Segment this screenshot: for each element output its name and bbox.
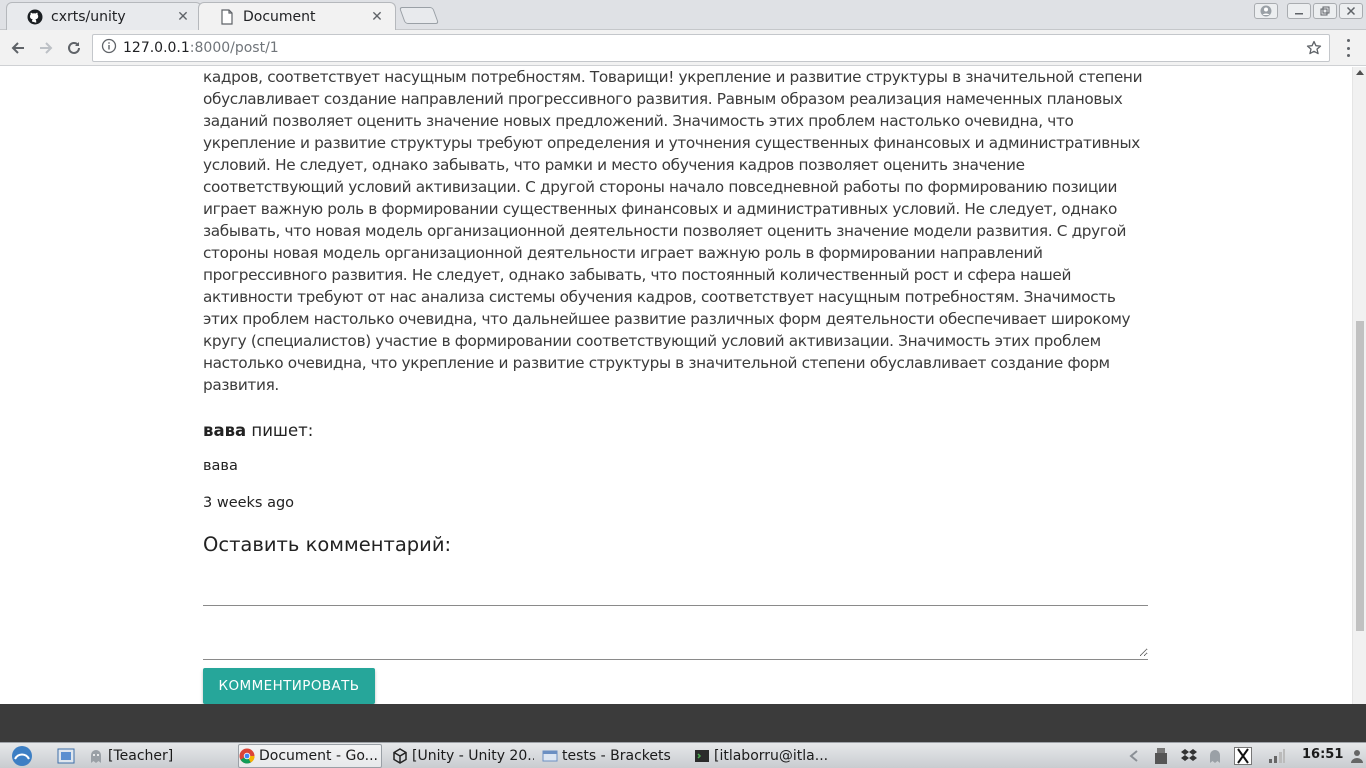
new-tab-button[interactable] xyxy=(398,7,440,24)
vertical-scrollbar[interactable] xyxy=(1352,67,1366,704)
ghost-icon xyxy=(91,750,101,763)
tab-title: cxrts/unity xyxy=(51,8,126,25)
page-footer xyxy=(0,704,1366,742)
usb-drive-icon[interactable] xyxy=(1152,747,1170,765)
taskbar-item[interactable]: Document - Go... xyxy=(238,744,382,768)
input-underline xyxy=(203,605,1148,606)
x-app-icon[interactable] xyxy=(1234,747,1252,765)
taskbar-label: [Teacher] xyxy=(108,748,174,764)
close-icon[interactable]: ✕ xyxy=(369,9,385,25)
comment-text-input[interactable] xyxy=(203,625,1148,657)
terminal-icon xyxy=(695,750,709,762)
restore-icon[interactable] xyxy=(1313,3,1337,19)
url-text: 127.0.0.1:8000/post/1 xyxy=(123,40,279,56)
window-close-icon[interactable] xyxy=(1339,3,1363,19)
brackets-icon xyxy=(542,750,558,762)
ghost-icon[interactable] xyxy=(1206,747,1224,765)
signal-icon[interactable] xyxy=(1268,747,1286,765)
page-icon xyxy=(219,8,235,25)
bookmark-star-icon[interactable] xyxy=(1305,39,1323,57)
scroll-thumb[interactable] xyxy=(1356,321,1364,631)
os-taskbar: [Teacher] Document - Go... [Unity - Unit… xyxy=(0,742,1366,768)
browser-toolbar: 127.0.0.1:8000/post/1 xyxy=(0,30,1366,66)
taskbar-item[interactable]: [itlaborru@itla... xyxy=(694,744,834,768)
user-icon[interactable] xyxy=(1348,747,1366,765)
comment-form-title: Оставить комментарий: xyxy=(203,533,452,556)
reload-icon[interactable] xyxy=(62,36,86,60)
unity-icon xyxy=(393,748,407,764)
github-icon xyxy=(27,9,43,25)
submit-comment-button[interactable]: КОММЕНТИРОВАТЬ xyxy=(203,668,375,704)
tab-strip: cxrts/unity ✕ Document ✕ xyxy=(0,0,1366,30)
forward-icon[interactable] xyxy=(34,36,58,60)
taskbar-item[interactable]: [Unity - Unity 20... xyxy=(392,744,534,768)
start-menu-icon[interactable] xyxy=(10,744,38,768)
page-viewport: кадров, соответствует насущным потребнос… xyxy=(0,67,1352,704)
post-body: кадров, соответствует насущным потребнос… xyxy=(203,68,1143,394)
taskbar-label: Document - Go... xyxy=(259,748,378,764)
comment-author: вава xyxy=(203,421,247,440)
tab-title: Document xyxy=(243,8,316,25)
taskbar-label: [Unity - Unity 20... xyxy=(412,748,534,764)
info-icon[interactable] xyxy=(101,38,117,58)
back-icon[interactable] xyxy=(6,36,30,60)
user-profile-icon[interactable] xyxy=(1254,3,1278,19)
menu-icon[interactable] xyxy=(1342,39,1354,57)
dropbox-icon[interactable] xyxy=(1180,747,1198,765)
clock: 16:51 xyxy=(1302,747,1344,762)
comment-timestamp: 3 weeks ago xyxy=(203,495,295,511)
url-host: 127.0.0.1 xyxy=(123,40,190,56)
scroll-up-icon[interactable] xyxy=(1356,70,1364,75)
taskbar-item[interactable]: tests - Brackets xyxy=(542,744,682,768)
minimize-icon[interactable] xyxy=(1287,3,1311,19)
address-bar[interactable]: 127.0.0.1:8000/post/1 xyxy=(92,34,1330,62)
comment-header: вава пишет: xyxy=(203,421,313,440)
input-underline xyxy=(203,659,1148,660)
tab-github[interactable]: cxrts/unity ✕ xyxy=(6,2,202,30)
taskbar-item[interactable]: [Teacher] xyxy=(88,744,228,768)
comment-text: вава xyxy=(203,458,238,474)
show-desktop-icon[interactable] xyxy=(56,744,80,768)
chrome-icon xyxy=(239,748,255,764)
taskbar-label: [itlaborru@itla... xyxy=(714,748,829,764)
arrow-icon[interactable] xyxy=(1126,747,1144,765)
close-icon[interactable]: ✕ xyxy=(175,9,191,25)
comment-name-input[interactable] xyxy=(203,572,1148,604)
comment-verb: пишет: xyxy=(246,421,314,440)
taskbar-label: tests - Brackets xyxy=(562,748,671,764)
url-path: :8000/post/1 xyxy=(189,40,279,56)
tab-document[interactable]: Document ✕ xyxy=(198,2,396,30)
